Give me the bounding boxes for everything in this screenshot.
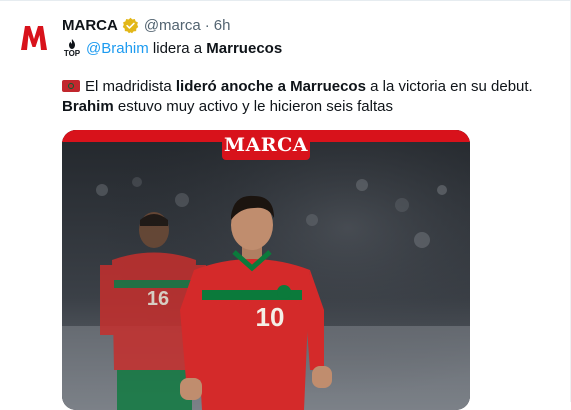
tweet-text: El madridista lideró anoche a Marruecos … [62, 77, 552, 117]
separator-dot: · [204, 16, 210, 34]
background-shirt-number: 16 [147, 288, 169, 310]
tweet-subline: TOP @Brahim lidera a Marruecos [62, 37, 282, 59]
top-icon: TOP [62, 37, 82, 59]
mention-link[interactable]: @Brahim [86, 40, 149, 57]
top-label: TOP [63, 48, 81, 58]
marca-logo-icon [21, 26, 47, 50]
tweet-text-line-2: Brahim estuvo muy activo y le hicieron s… [62, 97, 552, 117]
text-segment: El madridista [85, 78, 176, 95]
text-bold-segment: lideró anoche a Marruecos [175, 78, 366, 95]
text-segment: a la victoria en su debut. [365, 78, 533, 95]
tweet-text-line-1: El madridista lideró anoche a Marruecos … [62, 77, 552, 97]
subline-text: lidera a [148, 39, 207, 57]
verified-badge-icon [122, 17, 139, 34]
morocco-flag-icon [62, 80, 80, 92]
tweet-media-image[interactable]: 16 10 MARCA [62, 130, 470, 410]
foreground-shirt-number: 10 [256, 302, 285, 332]
top-divider [0, 0, 571, 1]
football-photo: 16 10 [62, 130, 470, 410]
avatar[interactable]: M [14, 18, 54, 58]
media-brand-label: MARCA [222, 130, 310, 160]
text-bold-segment: Brahim [62, 98, 114, 115]
text-segment: estuvo muy activo y le hicieron seis fal… [113, 98, 393, 115]
tweet-timestamp[interactable]: 6h [214, 17, 231, 34]
subline-bold-text: Marruecos [206, 39, 283, 57]
tweet-header: MARCA @marca · 6h [62, 15, 230, 35]
author-handle[interactable]: @marca [144, 17, 201, 34]
author-name[interactable]: MARCA [62, 17, 118, 34]
